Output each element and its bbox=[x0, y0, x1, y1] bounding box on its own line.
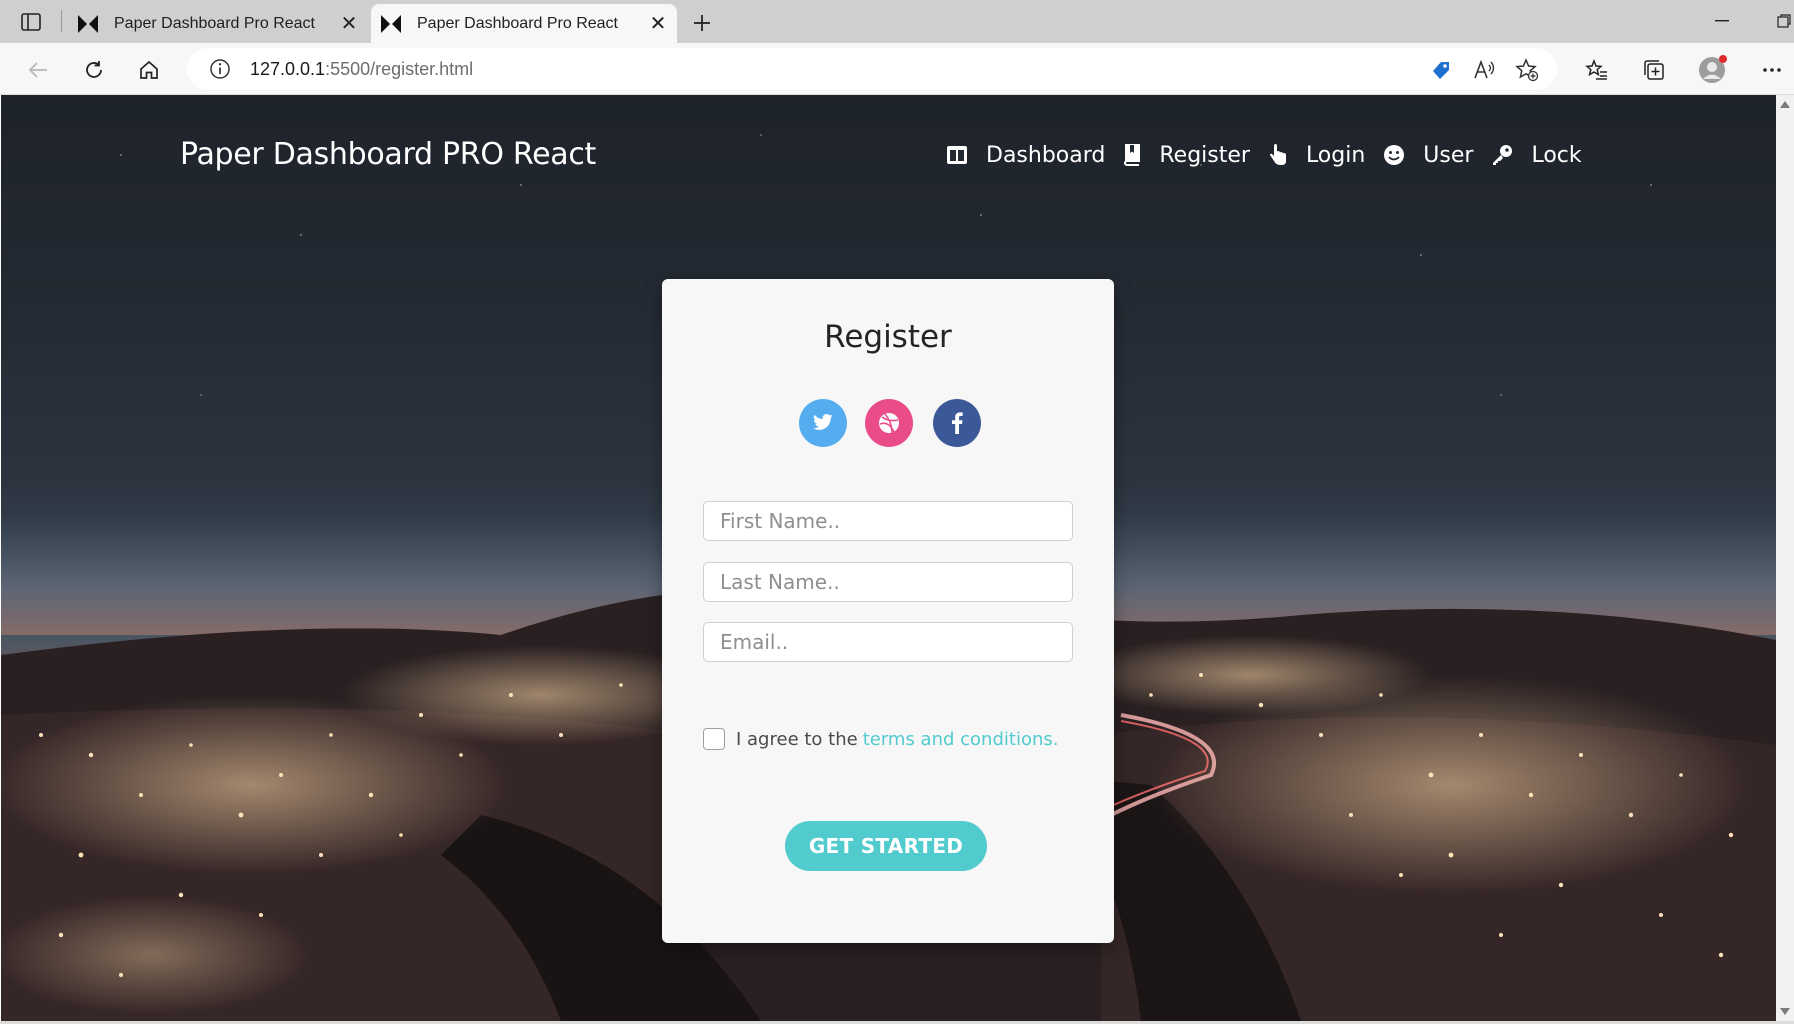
url-host: 127.0.0.1 bbox=[250, 59, 326, 79]
nav-label: Login bbox=[1305, 142, 1366, 168]
terms-agreement: I agree to the terms and conditions. bbox=[703, 728, 1058, 750]
email-field[interactable] bbox=[703, 622, 1073, 662]
tab-close-icon[interactable]: ✕ bbox=[334, 9, 364, 39]
nav-label: Lock bbox=[1531, 142, 1582, 168]
site-info-icon[interactable] bbox=[209, 58, 231, 80]
back-arrow-icon[interactable] bbox=[20, 52, 56, 88]
url-omnibox[interactable]: 127.0.0.1:5500/register.html bbox=[187, 48, 1557, 90]
first-name-field[interactable] bbox=[703, 501, 1073, 541]
tab-separator bbox=[61, 10, 62, 32]
smile-face-icon bbox=[1384, 145, 1405, 165]
url-path: :5500/register.html bbox=[325, 59, 474, 79]
tab-title: Paper Dashboard Pro React bbox=[114, 14, 315, 32]
minimize-window-icon[interactable] bbox=[1702, 6, 1742, 36]
add-favorite-star-icon[interactable] bbox=[1513, 56, 1541, 84]
browser-tab[interactable]: Paper Dashboard Pro React ✕ bbox=[68, 4, 368, 43]
twitter-icon bbox=[813, 414, 833, 430]
facebook-icon bbox=[952, 412, 963, 434]
url-text[interactable]: 127.0.0.1:5500/register.html bbox=[250, 59, 473, 80]
profile-avatar-icon[interactable] bbox=[1695, 52, 1731, 88]
nav-login[interactable]: Login bbox=[1268, 143, 1365, 168]
tab-favicon-icon bbox=[381, 14, 401, 33]
register-title: Register bbox=[824, 319, 952, 355]
tab-favicon-icon bbox=[78, 14, 98, 33]
maximize-window-icon[interactable] bbox=[1764, 6, 1794, 36]
agree-text: I agree to the bbox=[736, 728, 858, 750]
scroll-down-arrow-icon[interactable] bbox=[1780, 1008, 1790, 1015]
facebook-button[interactable] bbox=[933, 399, 981, 447]
nav-user[interactable]: User bbox=[1383, 143, 1473, 168]
get-started-button[interactable]: GET STARTED bbox=[785, 821, 987, 871]
top-navigation: Dashboard Register Login User Lock bbox=[946, 135, 1600, 175]
shopping-tag-icon[interactable] bbox=[1427, 56, 1455, 84]
nav-lock[interactable]: Lock bbox=[1491, 142, 1582, 168]
collections-icon[interactable] bbox=[1636, 52, 1672, 88]
terms-link[interactable]: terms and conditions. bbox=[863, 729, 1059, 750]
brand-title[interactable]: Paper Dashboard PRO React bbox=[180, 137, 596, 172]
new-tab-icon[interactable] bbox=[687, 8, 717, 38]
nav-label: User bbox=[1423, 142, 1474, 168]
favorites-icon[interactable] bbox=[1579, 52, 1615, 88]
browser-tab-bar: Paper Dashboard Pro React ✕ Paper Dashbo… bbox=[0, 0, 1794, 43]
nav-dashboard[interactable]: Dashboard bbox=[946, 143, 1105, 168]
register-card: Register I agree to the terms and condit… bbox=[662, 279, 1114, 943]
browser-address-bar: 127.0.0.1:5500/register.html bbox=[0, 43, 1794, 95]
refresh-icon[interactable] bbox=[76, 52, 112, 88]
read-aloud-icon[interactable] bbox=[1471, 56, 1499, 84]
page-background: Paper Dashboard PRO React Dashboard Regi… bbox=[1, 95, 1776, 1021]
last-name-field[interactable] bbox=[703, 562, 1073, 602]
book-bookmark-icon bbox=[1124, 144, 1141, 166]
dribbble-icon bbox=[879, 413, 899, 434]
hand-pointer-icon bbox=[1269, 144, 1286, 165]
home-icon[interactable] bbox=[131, 52, 167, 88]
tab-close-icon[interactable]: ✕ bbox=[643, 9, 673, 39]
tab-actions-icon[interactable] bbox=[16, 10, 46, 34]
more-menu-icon[interactable] bbox=[1754, 52, 1790, 88]
nav-label: Dashboard bbox=[986, 142, 1106, 168]
key-icon bbox=[1493, 145, 1513, 165]
tab-title: Paper Dashboard Pro React bbox=[417, 14, 618, 32]
nav-register[interactable]: Register bbox=[1123, 143, 1250, 168]
scroll-up-arrow-icon[interactable] bbox=[1780, 101, 1790, 108]
page-scrollbar[interactable] bbox=[1776, 95, 1794, 1021]
browser-tab-active[interactable]: Paper Dashboard Pro React ✕ bbox=[371, 4, 677, 43]
nav-label: Register bbox=[1159, 142, 1250, 168]
dribbble-button[interactable] bbox=[865, 399, 913, 447]
terms-checkbox[interactable] bbox=[703, 728, 725, 750]
layout-icon bbox=[947, 146, 967, 164]
twitter-button[interactable] bbox=[799, 399, 847, 447]
